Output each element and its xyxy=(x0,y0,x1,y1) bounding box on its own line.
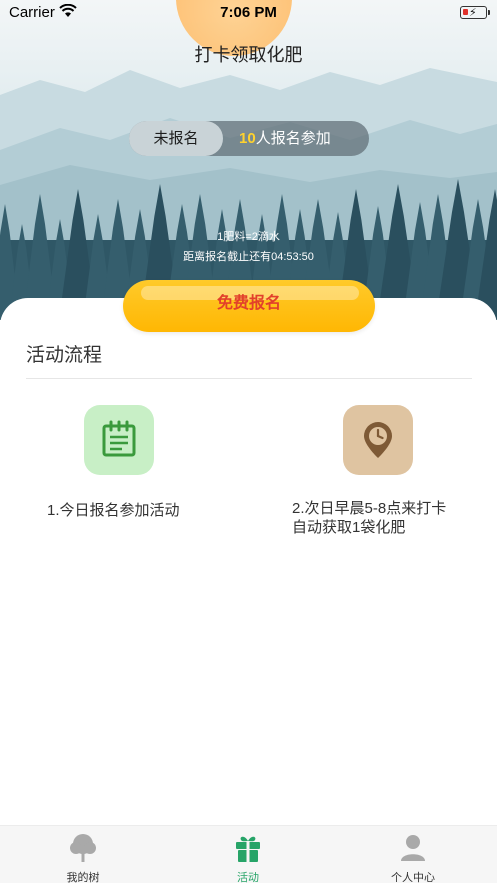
registration-toggle[interactable]: 未报名 10人报名参加 xyxy=(129,121,369,156)
page-title: 打卡领取化肥 xyxy=(194,45,303,65)
bottom-tab-bar: 我的树 活动 个人中心 xyxy=(0,825,497,883)
tab-profile-label: 个人中心 xyxy=(391,872,435,883)
clock-time: 7:06 PM xyxy=(220,4,277,21)
free-signup-button[interactable]: 免费报名 xyxy=(123,280,375,332)
step-2-line-1: 2.次日早晨5-8点来打卡 xyxy=(292,500,447,517)
tab-profile[interactable]: 个人中心 xyxy=(353,826,473,883)
process-title: 活动流程 xyxy=(26,345,103,366)
step-1-text: 1.今日报名参加活动 xyxy=(47,502,180,519)
tab-activity-label: 活动 xyxy=(237,872,259,883)
step-2-line-2: 自动获取1袋化肥 xyxy=(292,519,406,536)
tab-my-tree-label: 我的树 xyxy=(66,872,100,883)
exchange-rate-text: 1肥料=2滴水 xyxy=(217,231,280,243)
participant-count-suffix: 人报名参加 xyxy=(255,130,331,147)
gift-icon xyxy=(236,836,260,862)
not-registered-tab[interactable]: 未报名 xyxy=(129,121,223,156)
participant-count: 10人报名参加 xyxy=(239,121,331,156)
notepad-icon xyxy=(84,405,154,475)
battery-icon: ⚡ xyxy=(460,6,490,19)
free-signup-label: 免费报名 xyxy=(216,295,281,312)
person-icon xyxy=(401,835,425,861)
hero-banner: Carrier 7:06 PM ⚡ 打卡领取化肥 未报名 10人报名参加 1肥料… xyxy=(0,0,497,320)
status-bar: Carrier 7:06 PM ⚡ xyxy=(0,0,497,26)
tree-icon xyxy=(70,834,96,862)
clock-pin-icon xyxy=(343,405,413,475)
tab-my-tree[interactable]: 我的树 xyxy=(23,826,143,883)
participant-count-number: 10 xyxy=(239,130,256,147)
section-divider xyxy=(26,378,472,379)
tab-activity[interactable]: 活动 xyxy=(188,826,308,883)
deadline-countdown: 距离报名截止还有04:53:50 xyxy=(183,251,314,263)
step-2-text: 2.次日早晨5-8点来打卡 自动获取1袋化肥 xyxy=(292,499,446,537)
